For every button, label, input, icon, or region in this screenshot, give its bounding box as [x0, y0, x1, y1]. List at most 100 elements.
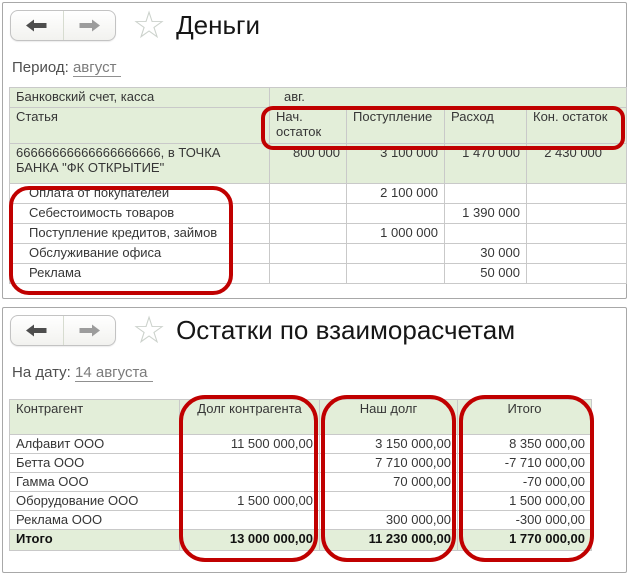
account-income-cell: 3 100 000 — [346, 143, 445, 184]
end-cell — [525, 203, 628, 224]
back-button[interactable] — [11, 316, 63, 345]
total-cell: -7 710 000,00 — [457, 453, 592, 473]
money-title: Деньги — [176, 10, 261, 40]
arrow-left-icon — [26, 19, 47, 32]
our-debt-cell: 70 000,00 — [319, 472, 458, 492]
money-header: ☆ Деньги — [10, 7, 261, 45]
debt-cell — [179, 472, 320, 492]
start-cell — [269, 243, 347, 264]
total-total-cell: 1 770 000,00 — [457, 529, 592, 551]
column-header-our-debt: Наш долг — [319, 399, 458, 435]
column-header-row: Контрагент Долг контрагента Наш долг Ито… — [9, 399, 592, 435]
account-end-cell: 2 430 000 — [525, 143, 628, 184]
our-debt-cell: 300 000,00 — [319, 510, 458, 530]
account-name-cell: 66666666666666666666, в ТОЧКА БАНКА "ФК … — [9, 143, 270, 184]
date-line: На дату: 14 августа — [12, 364, 153, 382]
column-header-debt: Долг контрагента — [179, 399, 320, 435]
article-cell: Поступление кредитов, займов — [9, 223, 270, 244]
money-table: Банковский счет, касса авг. Статья Нач. … — [9, 87, 628, 284]
income-cell — [346, 263, 445, 284]
counterparty-cell: Алфавит ООО — [9, 434, 180, 454]
end-cell — [525, 243, 628, 264]
forward-button[interactable] — [62, 316, 116, 345]
column-header-row: Статья Нач. остаток Поступление Расход К… — [9, 107, 628, 144]
balances-table: Контрагент Долг контрагента Наш долг Ито… — [9, 399, 592, 551]
arrow-left-icon — [26, 324, 47, 337]
column-header-total: Итого — [457, 399, 592, 435]
column-header-counterparty: Контрагент — [9, 399, 180, 435]
group-header-month: авг. — [268, 87, 628, 108]
our-debt-cell: 7 710 000,00 — [319, 453, 458, 473]
expense-cell — [444, 223, 527, 244]
counterparty-cell: Бетта ООО — [9, 453, 180, 473]
total-cell: 1 500 000,00 — [457, 491, 592, 511]
expense-cell: 50 000 — [444, 263, 527, 284]
column-header-article: Статья — [9, 107, 270, 144]
counterparty-cell: Гамма ООО — [9, 472, 180, 492]
total-label-cell: Итого — [9, 529, 180, 551]
total-cell: -70 000,00 — [457, 472, 592, 492]
expense-cell: 30 000 — [444, 243, 527, 264]
article-cell: Реклама — [9, 263, 270, 284]
column-header-income: Поступление — [346, 107, 445, 144]
period-line: Период: август — [12, 59, 122, 77]
period-label: Период: — [12, 59, 69, 76]
balances-report-panel: ☆ Остатки по взаиморасчетам На дату: 14 … — [2, 307, 627, 573]
income-cell: 1 000 000 — [346, 223, 445, 244]
article-cell: Себестоимость товаров — [9, 203, 270, 224]
start-cell — [269, 203, 347, 224]
column-header-end: Кон. остаток — [525, 107, 628, 144]
table-row: Бетта ООО 7 710 000,00 -7 710 000,00 — [9, 453, 592, 473]
debt-cell — [179, 510, 320, 530]
favorite-star-icon[interactable]: ☆ — [132, 7, 166, 45]
start-cell — [269, 263, 347, 284]
favorite-star-icon[interactable]: ☆ — [132, 312, 166, 350]
balances-title: Остатки по взаиморасчетам — [176, 315, 516, 345]
money-report-panel: ☆ Деньги Период: август Банковский счет,… — [2, 2, 628, 299]
table-row: Реклама 50 000 — [9, 263, 628, 284]
balances-header: ☆ Остатки по взаиморасчетам — [10, 312, 516, 350]
arrow-right-icon — [79, 324, 100, 337]
total-debt-cell: 13 000 000,00 — [179, 529, 320, 551]
group-header-account: Банковский счет, касса — [9, 87, 270, 108]
table-row: Обслуживание офиса 30 000 — [9, 243, 628, 264]
table-row: Поступление кредитов, займов 1 000 000 — [9, 223, 628, 244]
counterparty-cell: Оборудование ООО — [9, 491, 180, 511]
income-cell — [346, 203, 445, 224]
nav-button-group — [10, 315, 116, 346]
expense-cell — [444, 183, 527, 204]
total-cell: -300 000,00 — [457, 510, 592, 530]
income-cell: 2 100 000 — [346, 183, 445, 204]
period-link[interactable]: август — [72, 59, 122, 77]
column-header-expense: Расход — [444, 107, 527, 144]
date-link[interactable]: 14 августа — [75, 364, 153, 382]
end-cell — [525, 223, 628, 244]
table-row: Оплата от покупателей 2 100 000 — [9, 183, 628, 204]
total-cell: 8 350 000,00 — [457, 434, 592, 454]
end-cell — [525, 263, 628, 284]
end-cell — [525, 183, 628, 204]
account-expense-cell: 1 470 000 — [444, 143, 527, 184]
counterparty-cell: Реклама ООО — [9, 510, 180, 530]
article-cell: Обслуживание офиса — [9, 243, 270, 264]
table-row: Себестоимость товаров 1 390 000 — [9, 203, 628, 224]
back-button[interactable] — [11, 11, 63, 40]
total-our-debt-cell: 11 230 000,00 — [319, 529, 458, 551]
arrow-right-icon — [79, 19, 100, 32]
date-label: На дату: — [12, 364, 71, 381]
table-row: Алфавит ООО 11 500 000,00 3 150 000,00 8… — [9, 434, 592, 454]
our-debt-cell — [319, 491, 458, 511]
forward-button[interactable] — [62, 11, 116, 40]
debt-cell — [179, 453, 320, 473]
income-cell — [346, 243, 445, 264]
our-debt-cell: 3 150 000,00 — [319, 434, 458, 454]
start-cell — [269, 223, 347, 244]
table-row: Оборудование ООО 1 500 000,00 1 500 000,… — [9, 491, 592, 511]
article-cell: Оплата от покупателей — [9, 183, 270, 204]
account-start-cell: 800 000 — [269, 143, 347, 184]
column-header-start: Нач. остаток — [269, 107, 347, 144]
debt-cell: 11 500 000,00 — [179, 434, 320, 454]
group-header-row: Банковский счет, касса авг. — [9, 87, 628, 108]
expense-cell: 1 390 000 — [444, 203, 527, 224]
total-row: Итого 13 000 000,00 11 230 000,00 1 770 … — [9, 529, 592, 551]
